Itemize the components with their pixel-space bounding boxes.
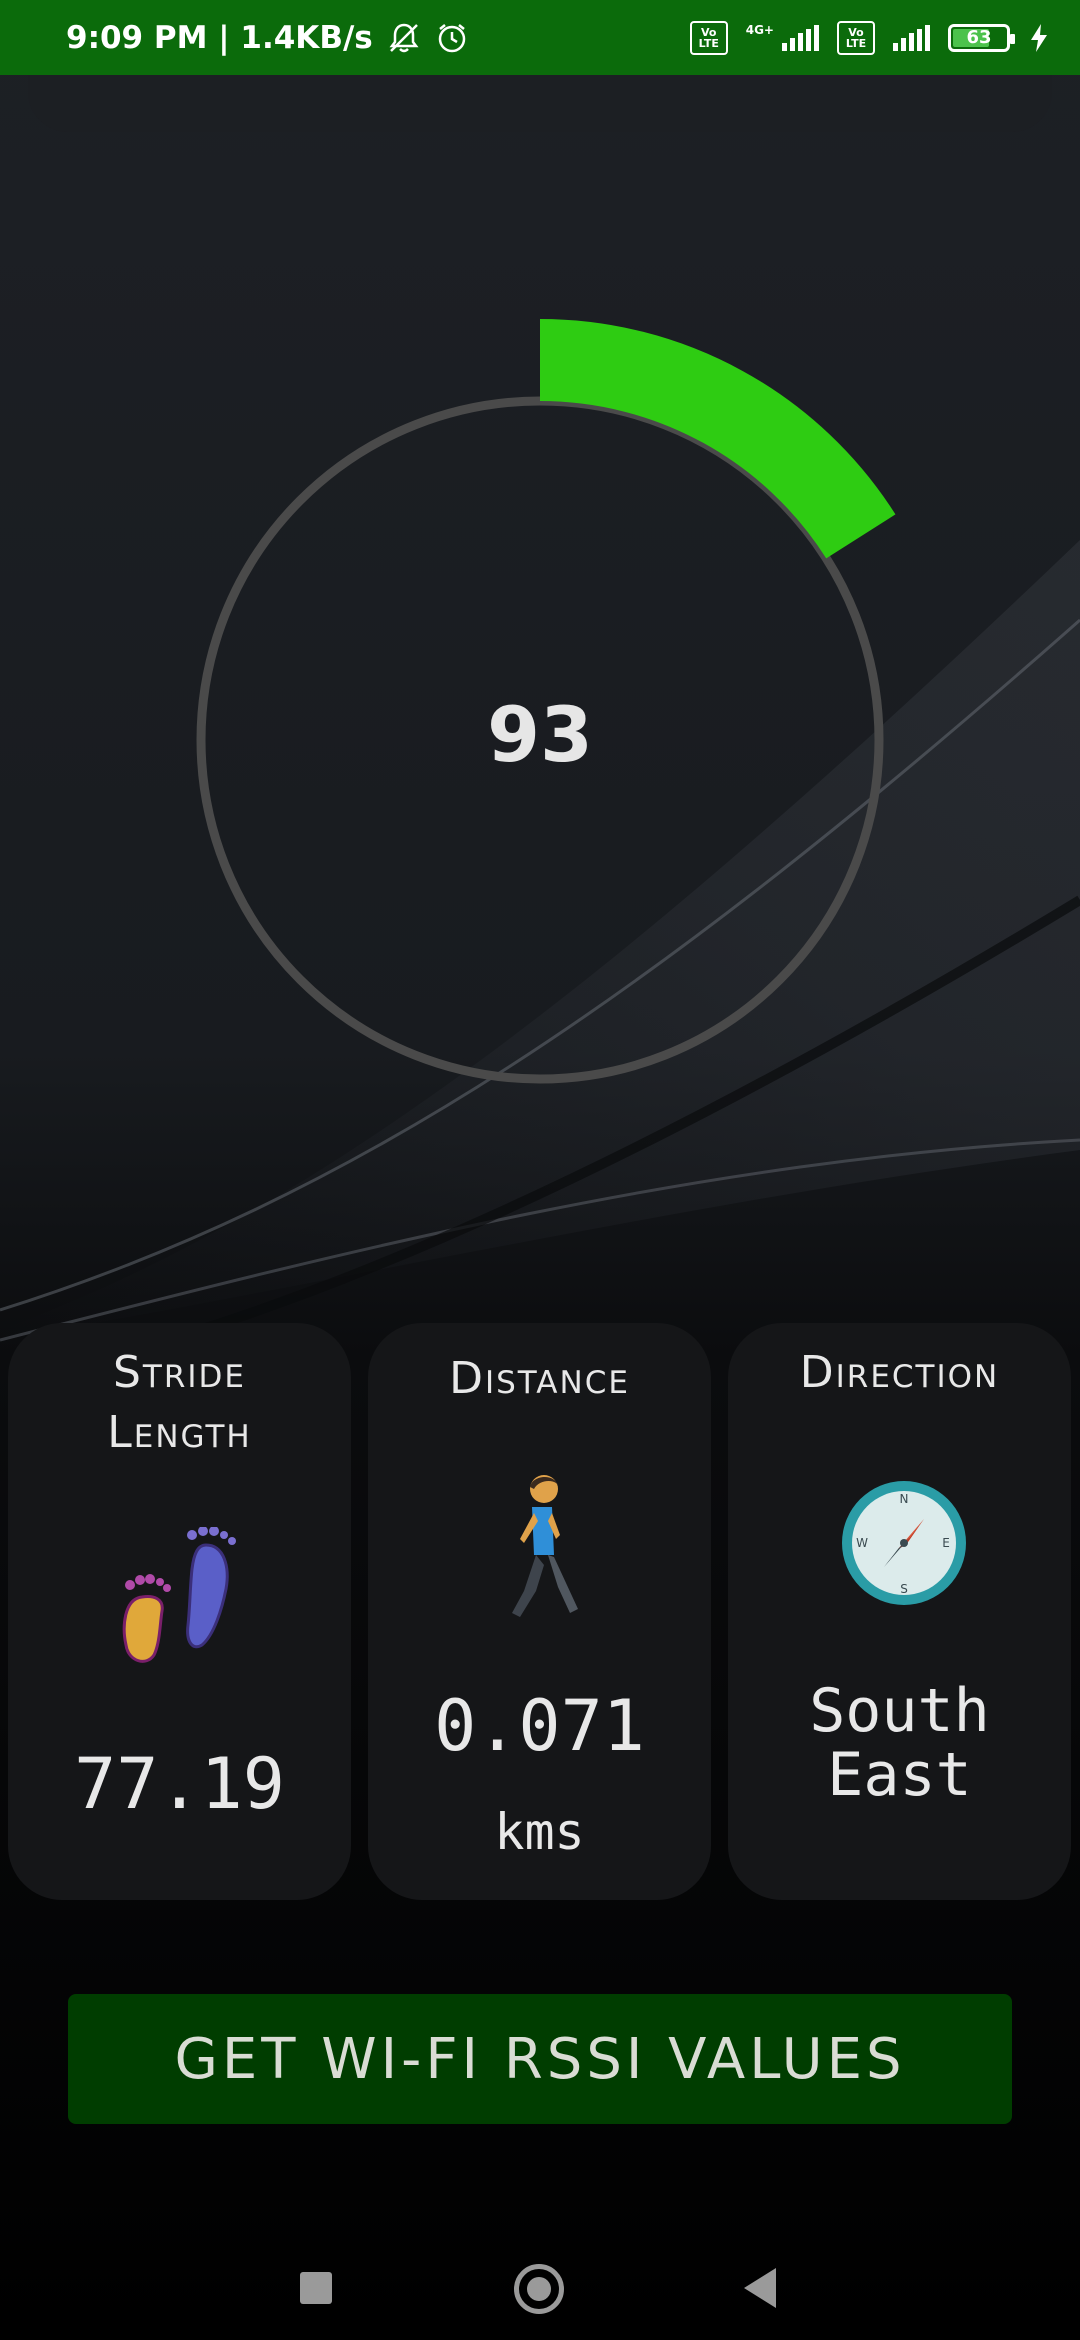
home-icon[interactable]	[514, 2264, 564, 2314]
stride-title-line2: Length	[107, 1407, 252, 1458]
svg-text:E: E	[942, 1536, 950, 1550]
gauge-value: 93	[487, 690, 593, 779]
svg-text:W: W	[856, 1536, 868, 1550]
svg-text:S: S	[900, 1582, 908, 1596]
back-icon[interactable]	[744, 2268, 776, 2308]
distance-unit: kms	[494, 1803, 585, 1861]
direction-value-line2: East	[827, 1740, 972, 1810]
stride-length-card: Stride Length 77.19	[8, 1323, 351, 1900]
navigation-bar	[0, 2220, 1080, 2340]
stride-title: Stride Length	[8, 1343, 351, 1463]
get-wifi-rssi-button[interactable]: GET WI-FI RSSI VALUES	[68, 1994, 1012, 2124]
progress-gauge	[196, 319, 896, 1084]
stride-title-line1: Stride	[112, 1347, 246, 1398]
recents-icon[interactable]	[300, 2272, 332, 2304]
svg-text:N: N	[900, 1492, 909, 1506]
direction-value-line1: South	[809, 1676, 990, 1746]
distance-card: Distance 0.071 kms	[368, 1323, 711, 1900]
direction-card: Direction N S W E South East	[728, 1323, 1071, 1900]
compass-icon: N S W E	[842, 1481, 966, 1605]
stride-value: 77.19	[74, 1743, 285, 1825]
distance-title: Distance	[449, 1353, 630, 1404]
distance-value: 0.071	[434, 1685, 645, 1767]
walking-person-icon	[512, 1475, 578, 1617]
direction-value: South East	[728, 1679, 1071, 1807]
gauge-progress-arc	[539, 319, 896, 559]
direction-title: Direction	[799, 1347, 1000, 1398]
footprints-icon	[122, 1527, 236, 1663]
battery-level: 63	[966, 27, 992, 48]
